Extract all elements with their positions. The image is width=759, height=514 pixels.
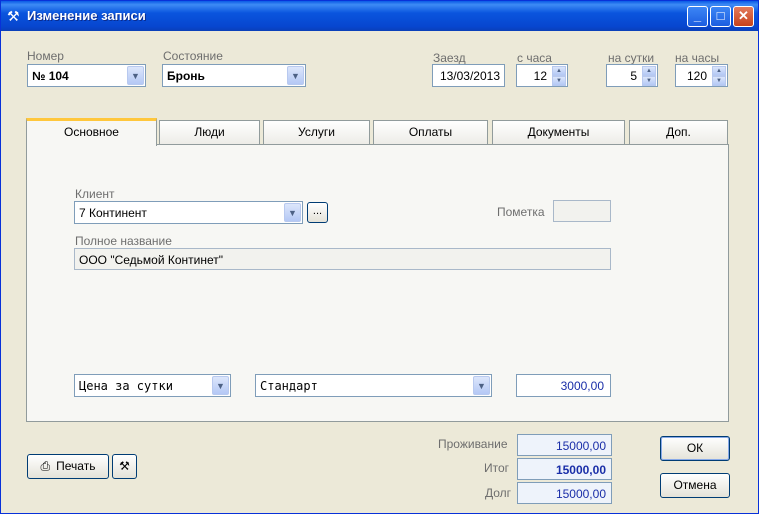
days-value: 5 (630, 69, 637, 83)
close-icon: ✕ (738, 8, 749, 23)
checkin-label: Заезд (433, 51, 466, 65)
price-type-value: Цена за сутки (79, 379, 173, 393)
days-stepper[interactable]: 5 ▲ ▼ (606, 64, 658, 87)
spin-down-icon[interactable]: ▼ (712, 76, 726, 86)
room-select[interactable]: № 104 ▼ (27, 64, 146, 87)
minimize-icon: _ (693, 8, 702, 23)
chevron-down-icon[interactable]: ▼ (212, 376, 229, 395)
tab-services[interactable]: Услуги (263, 120, 370, 145)
title-bar[interactable]: ⚒ Изменение записи _ □ ✕ (1, 1, 758, 31)
price-type-select[interactable]: Цена за сутки ▼ (74, 374, 231, 397)
hour-label: с часа (517, 51, 552, 65)
hour-value: 12 (533, 69, 547, 83)
tariff-select[interactable]: Стандарт ▼ (255, 374, 492, 397)
debt-label: Долг (485, 486, 512, 500)
client-browse-button[interactable]: ... (307, 202, 328, 223)
total-sum-field: 15000,00 (517, 458, 612, 480)
spin-up-icon[interactable]: ▲ (712, 66, 726, 76)
print-button[interactable]: ⎙ Печать (27, 454, 109, 479)
checkin-date-field[interactable]: 13/03/2013 (432, 64, 505, 87)
printer-icon: ⎙ (40, 459, 51, 473)
spin-down-icon[interactable]: ▼ (642, 76, 656, 86)
room-label: Номер (27, 49, 64, 63)
room-value: № 104 (32, 69, 69, 83)
window-title: Изменение записи (27, 8, 146, 23)
maximize-button[interactable]: □ (710, 6, 731, 27)
living-label: Проживание (438, 437, 508, 451)
debt-sum-field: 15000,00 (517, 482, 612, 504)
chevron-down-icon[interactable]: ▼ (473, 376, 490, 395)
print-label: Печать (56, 459, 96, 473)
close-button[interactable]: ✕ (733, 6, 754, 27)
tools-button[interactable]: ⚒ (112, 454, 137, 479)
state-label: Состояние (163, 49, 223, 63)
days-label: на сутки (608, 51, 655, 65)
client-select[interactable]: 7 Континент ▼ (74, 201, 303, 224)
chevron-down-icon[interactable]: ▼ (127, 66, 144, 85)
client-label: Клиент (75, 187, 115, 201)
app-icon: ⚒ (7, 8, 20, 24)
checkin-date-value: 13/03/2013 (439, 69, 500, 83)
spin-up-icon[interactable]: ▲ (642, 66, 656, 76)
mark-label: Пометка (497, 205, 545, 219)
hours-value: 120 (686, 69, 707, 83)
cancel-button[interactable]: Отмена (660, 473, 730, 498)
price-value: 3000,00 (560, 379, 604, 393)
tab-main[interactable]: Основное (26, 118, 157, 146)
total-label: Итог (484, 461, 510, 475)
hours-label: на часы (675, 51, 720, 65)
price-field[interactable]: 3000,00 (516, 374, 611, 397)
chevron-down-icon[interactable]: ▼ (284, 203, 301, 222)
edit-record-window: ⚒ Изменение записи _ □ ✕ Номер № 104 ▼ С… (0, 0, 759, 514)
client-value: 7 Континент (79, 206, 147, 220)
living-sum-value: 15000,00 (555, 439, 606, 453)
spin-down-icon[interactable]: ▼ (552, 76, 566, 86)
mark-field[interactable] (553, 200, 611, 222)
tools-icon: ⚒ (119, 459, 130, 473)
minimize-button[interactable]: _ (687, 6, 708, 27)
tab-people[interactable]: Люди (159, 120, 260, 145)
fullname-value: ООО "Седьмой Континет" (79, 253, 224, 267)
fullname-field[interactable]: ООО "Седьмой Континет" (74, 248, 611, 270)
chevron-down-icon[interactable]: ▼ (287, 66, 304, 85)
living-sum-field: 15000,00 (517, 434, 612, 456)
maximize-icon: □ (716, 8, 725, 23)
tab-extra[interactable]: Доп. (629, 120, 728, 145)
total-sum-value: 15000,00 (555, 463, 606, 477)
tab-payments[interactable]: Оплаты (373, 120, 488, 145)
tariff-value: Стандарт (260, 379, 318, 393)
tab-documents[interactable]: Документы (492, 120, 625, 145)
hour-stepper[interactable]: 12 ▲ ▼ (516, 64, 568, 87)
state-value: Бронь (167, 69, 205, 83)
state-select[interactable]: Бронь ▼ (162, 64, 306, 87)
spin-up-icon[interactable]: ▲ (552, 66, 566, 76)
fullname-label: Полное название (75, 234, 172, 248)
hours-stepper[interactable]: 120 ▲ ▼ (675, 64, 728, 87)
debt-sum-value: 15000,00 (555, 487, 606, 501)
ok-button[interactable]: ОК (660, 436, 730, 461)
